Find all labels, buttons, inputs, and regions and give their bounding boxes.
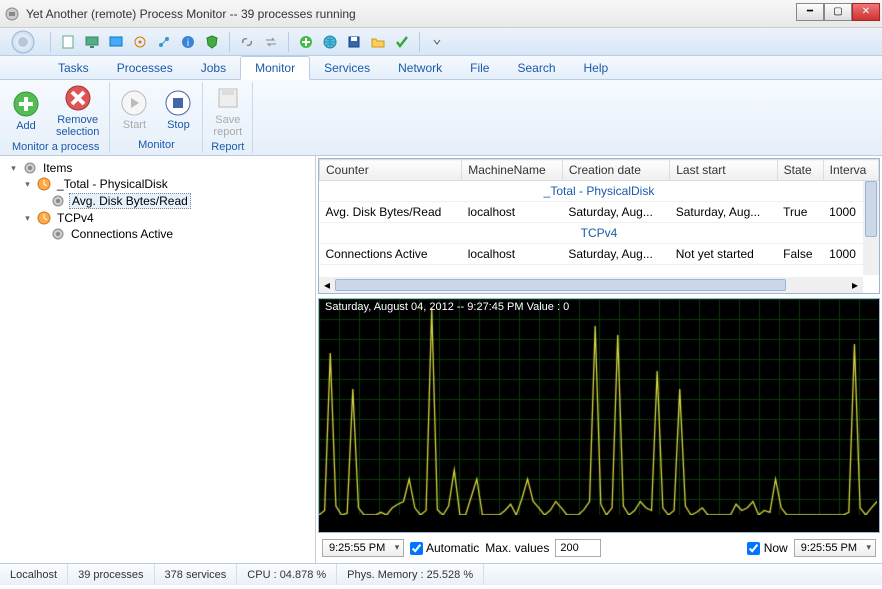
status-services: 378 services (155, 564, 238, 585)
maximize-button[interactable]: ▢ (824, 3, 852, 21)
status-processes: 39 processes (68, 564, 154, 585)
max-values-label: Max. values (485, 541, 549, 555)
status-host: Localhost (0, 564, 68, 585)
save-report-icon (214, 84, 242, 112)
app-menu-button[interactable] (4, 30, 42, 54)
start-icon (120, 89, 148, 117)
tree-node[interactable]: ▾TCPv4 (22, 210, 307, 226)
expander-icon[interactable]: ▾ (22, 213, 33, 224)
quick-toolbar: i (0, 28, 882, 56)
doc-icon[interactable] (59, 33, 77, 51)
remove-icon (64, 84, 92, 112)
menu-tab-processes[interactable]: Processes (103, 56, 187, 79)
status-memory: Phys. Memory : 25.528 % (337, 564, 484, 585)
folder-icon[interactable] (369, 33, 387, 51)
monitor-icon[interactable] (83, 33, 101, 51)
link-icon[interactable] (238, 33, 256, 51)
add-icon (12, 90, 40, 118)
close-button[interactable]: ✕ (852, 3, 880, 21)
column-header[interactable]: Interva (823, 160, 878, 181)
menu-tab-search[interactable]: Search (503, 56, 569, 79)
chart-timestamp: Saturday, August 04, 2012 -- 9:27:45 PM … (325, 301, 569, 313)
column-header[interactable]: Counter (320, 160, 462, 181)
add-button[interactable]: Add (6, 82, 46, 140)
menu-tab-monitor[interactable]: Monitor (240, 56, 310, 80)
tree-node[interactable]: ▾Items (8, 160, 307, 176)
tree-node[interactable]: Connections Active (36, 226, 307, 242)
stop-button[interactable]: Stop (158, 82, 198, 138)
globe-icon[interactable] (321, 33, 339, 51)
menu-tab-file[interactable]: File (456, 56, 503, 79)
network-icon[interactable] (155, 33, 173, 51)
to-time-combo[interactable]: 9:25:55 PM (794, 539, 876, 557)
target-icon[interactable] (131, 33, 149, 51)
expander-icon[interactable]: ▾ (22, 179, 33, 190)
shield-icon[interactable] (203, 33, 221, 51)
ribbon-group-title: Report (207, 140, 248, 155)
group-header[interactable]: TCPv4 (320, 223, 879, 244)
save-report-button: Savereport (207, 82, 248, 140)
ribbon: Add Removeselection Monitor a process Start… (0, 80, 882, 156)
menu-tab-network[interactable]: Network (384, 56, 456, 79)
menu-tab-tasks[interactable]: Tasks (44, 56, 103, 79)
stop-label: Stop (167, 119, 190, 131)
statusbar: Localhost 39 processes 378 services CPU … (0, 563, 882, 585)
ribbon-group-title: Monitor (114, 138, 198, 153)
tree-node[interactable]: Avg. Disk Bytes/Read (36, 192, 307, 210)
from-time-combo[interactable]: 9:25:55 PM (322, 539, 404, 557)
status-cpu: CPU : 04.878 % (237, 564, 337, 585)
menu-tab-jobs[interactable]: Jobs (187, 56, 240, 79)
dropdown-icon[interactable] (428, 33, 446, 51)
menu-tab-services[interactable]: Services (310, 56, 384, 79)
save-report-label: Savereport (213, 114, 242, 138)
tree-node[interactable]: ▾_Total - PhysicalDisk (22, 176, 307, 192)
now-checkbox[interactable]: Now (747, 541, 787, 555)
start-label: Start (123, 119, 146, 131)
column-header[interactable]: State (777, 160, 823, 181)
table-row[interactable]: Avg. Disk Bytes/ReadlocalhostSaturday, A… (320, 202, 879, 223)
app-icon (4, 6, 20, 22)
expander-icon[interactable]: ▾ (8, 163, 19, 174)
group-header[interactable]: _Total - PhysicalDisk (320, 181, 879, 202)
swap-icon[interactable] (262, 33, 280, 51)
svg-text:i: i (187, 38, 189, 49)
automatic-checkbox[interactable]: Automatic (410, 541, 479, 555)
add-label: Add (16, 120, 36, 132)
add-icon[interactable] (297, 33, 315, 51)
remove-label: Removeselection (56, 114, 99, 138)
tree-view[interactable]: ▾Items▾_Total - PhysicalDiskAvg. Disk By… (0, 156, 316, 563)
window-title: Yet Another (remote) Process Monitor -- … (26, 7, 796, 21)
column-header[interactable]: Creation date (562, 160, 669, 181)
ribbon-group-title: Monitor a process (6, 140, 105, 155)
column-header[interactable]: MachineName (462, 160, 563, 181)
info-icon[interactable]: i (179, 33, 197, 51)
save-icon[interactable] (345, 33, 363, 51)
minimize-button[interactable]: ━ (796, 3, 824, 21)
check-icon[interactable] (393, 33, 411, 51)
chart-area[interactable]: Saturday, August 04, 2012 -- 9:27:45 PM … (318, 298, 880, 533)
remove-button[interactable]: Removeselection (50, 82, 105, 140)
counter-grid[interactable]: CounterMachineNameCreation dateLast star… (318, 158, 880, 294)
screen-icon[interactable] (107, 33, 125, 51)
chart-controls: 9:25:55 PM Automatic Max. values Now 9:2… (318, 535, 880, 561)
menu-tab-help[interactable]: Help (570, 56, 623, 79)
column-header[interactable]: Last start (670, 160, 777, 181)
stop-icon (164, 89, 192, 117)
table-row[interactable]: Connections ActivelocalhostSaturday, Aug… (320, 244, 879, 265)
grid-hscrollbar[interactable]: ◂▸ (319, 277, 863, 293)
grid-vscrollbar[interactable] (863, 181, 879, 275)
max-values-input[interactable] (555, 539, 601, 557)
start-button: Start (114, 82, 154, 138)
titlebar: Yet Another (remote) Process Monitor -- … (0, 0, 882, 28)
menubar: TasksProcessesJobsMonitorServicesNetwork… (0, 56, 882, 80)
